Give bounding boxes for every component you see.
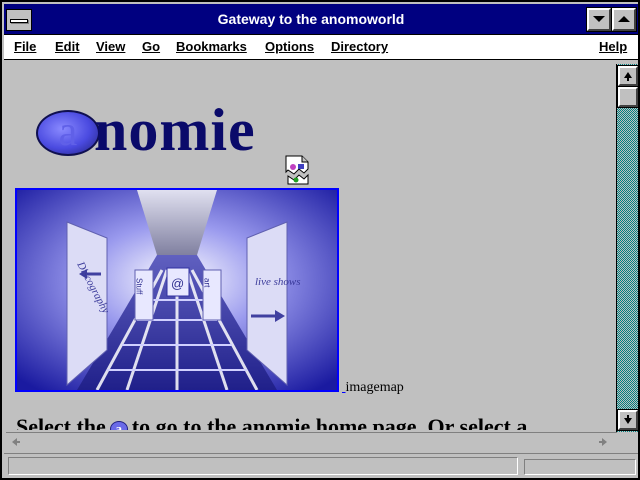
horizontal-scrollbar[interactable] <box>6 432 617 452</box>
scroll-down-button[interactable] <box>617 409 639 431</box>
live-shows-label: live shows <box>255 276 301 288</box>
inline-at-icon[interactable]: a <box>109 420 128 430</box>
scrollbar-corner <box>617 432 638 452</box>
scroll-up-button[interactable] <box>617 65 639 87</box>
menu-bar: File Edit View Go Bookmarks Options Dire… <box>4 35 638 60</box>
menu-edit[interactable]: Edit <box>55 39 80 54</box>
status-message <box>8 457 518 475</box>
menu-bookmarks[interactable]: Bookmarks <box>176 39 247 54</box>
anomie-logo: a nomie <box>36 97 276 163</box>
progress-indicator <box>524 459 636 475</box>
at-symbol-icon: a <box>36 110 100 156</box>
menu-view[interactable]: View <box>96 39 125 54</box>
scroll-up-icon <box>624 72 632 81</box>
system-menu-icon[interactable] <box>6 9 32 31</box>
logo-word: nomie <box>94 97 256 163</box>
menu-options[interactable]: Options <box>265 39 314 54</box>
imagemap-caption: imagemap <box>345 380 404 395</box>
browser-window: Gateway to the anomoworld File Edit View… <box>0 0 640 480</box>
broken-image-icon[interactable] <box>282 154 314 186</box>
menu-help[interactable]: Help <box>599 39 627 54</box>
title-bar: Gateway to the anomoworld <box>4 4 638 35</box>
menu-file[interactable]: File <box>14 39 36 54</box>
scroll-left-icon <box>12 438 20 446</box>
maximize-button[interactable] <box>611 7 637 32</box>
art-label: art <box>203 278 212 288</box>
scroll-thumb[interactable] <box>617 86 639 108</box>
scroll-down-icon <box>624 415 632 424</box>
instruction-text: Select the a to go to the anomie home page… <box>16 414 527 430</box>
stuff-label: Stuff <box>135 278 144 295</box>
minimize-button[interactable] <box>586 7 612 32</box>
center-at-label: @ <box>171 276 184 291</box>
scroll-right-button[interactable] <box>596 434 612 450</box>
corridor-image: Discography Stuff art @ live shows <box>17 190 337 390</box>
page-content: a nomie Discography Stuff art @ live sho… <box>6 64 615 430</box>
menu-go[interactable]: Go <box>142 39 160 54</box>
window-title: Gateway to the anomoworld <box>217 11 405 27</box>
minimize-icon <box>593 16 605 22</box>
vertical-scrollbar[interactable] <box>616 64 639 432</box>
maximize-icon <box>618 16 630 22</box>
menu-directory[interactable]: Directory <box>331 39 388 54</box>
scroll-right-icon <box>599 438 607 446</box>
status-bar <box>4 453 638 478</box>
imagemap-link[interactable]: Discography Stuff art @ live shows <box>15 188 339 392</box>
scroll-left-button[interactable] <box>8 434 24 450</box>
